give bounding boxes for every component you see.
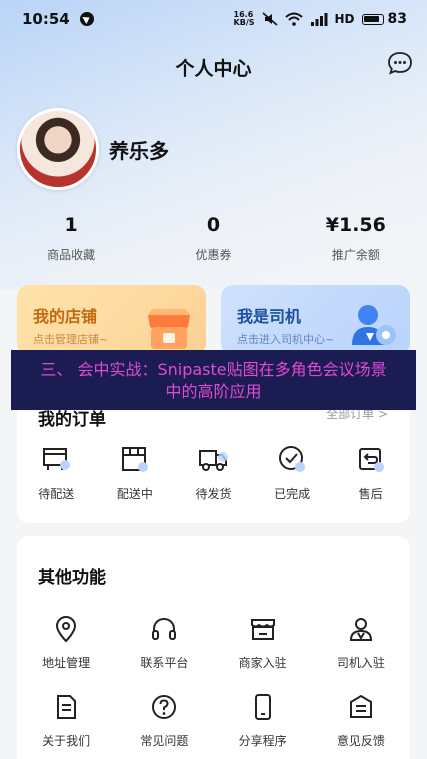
stat-value: ¥1.56	[325, 214, 386, 236]
card-subtitle: 点击进入司机中心~	[237, 333, 335, 346]
orders-icon-row: 待配送 配送中 待发货 已完成 售后	[17, 443, 410, 502]
signal-icon	[310, 13, 327, 26]
other-features-panel: 其他功能 地址管理 联系平台 商家入驻 司机入驻 关于我们 常见问题 分享程序 …	[17, 536, 410, 759]
order-in-delivery[interactable]: 配送中	[96, 443, 175, 502]
in-delivery-icon	[121, 447, 148, 472]
feature-faq[interactable]: 常见问题	[115, 692, 213, 749]
location-pin-icon	[56, 615, 77, 643]
title-bar: 个人中心	[0, 46, 427, 86]
icon-label: 商家入驻	[238, 656, 287, 670]
storefront-icon	[148, 309, 190, 349]
feature-contact[interactable]: 联系平台	[115, 614, 213, 671]
chat-bubble-icon[interactable]	[387, 50, 413, 76]
shop-icon	[250, 619, 275, 640]
icon-label: 意见反馈	[336, 734, 385, 748]
icon-label: 配送中	[116, 487, 153, 501]
stat-label: 推广余额	[331, 248, 380, 262]
card-title: 我的店铺	[33, 307, 98, 326]
navigation-icon	[79, 12, 94, 26]
stat-label: 优惠券	[195, 248, 232, 262]
stat-balance[interactable]: ¥1.56 推广余额	[285, 214, 427, 263]
icon-label: 已完成	[274, 487, 311, 501]
status-time: 10:54	[22, 10, 70, 28]
avatar[interactable]	[17, 108, 99, 190]
icon-label: 待配送	[38, 487, 75, 501]
banner-line-2: 中的高阶应用	[165, 382, 262, 401]
icon-label: 售后	[358, 487, 383, 501]
profile-header[interactable]: 养乐多	[17, 108, 169, 190]
order-after-sales[interactable]: 售后	[331, 443, 410, 502]
feature-share[interactable]: 分享程序	[214, 692, 312, 749]
icon-label: 关于我们	[42, 734, 91, 748]
card-title: 我是司机	[237, 307, 302, 326]
driver-card[interactable]: 我是司机 点击进入司机中心~	[221, 285, 410, 355]
card-subtitle: 点击管理店铺~	[33, 333, 109, 346]
document-icon	[57, 695, 77, 719]
stat-label: 商品收藏	[47, 248, 96, 262]
driver-badge-icon	[352, 305, 396, 345]
stat-value: 0	[206, 214, 221, 236]
banner-line-1: 三、 会中实战：Snipaste贴图在多角色会议场景	[40, 360, 387, 379]
battery-icon: 83	[361, 11, 407, 27]
icon-label: 地址管理	[42, 656, 91, 670]
feature-about[interactable]: 关于我们	[17, 692, 115, 749]
stat-favorites[interactable]: 1 商品收藏	[0, 214, 142, 263]
feature-address[interactable]: 地址管理	[17, 614, 115, 671]
stat-value: 1	[64, 214, 78, 236]
truck-icon	[199, 450, 229, 471]
feature-driver-join[interactable]: 司机入驻	[312, 614, 410, 671]
stat-coupons[interactable]: 0 优惠券	[142, 214, 284, 263]
icon-label: 司机入驻	[336, 656, 385, 670]
my-shop-card[interactable]: 我的店铺 点击管理店铺~	[17, 285, 206, 355]
network-type: HD	[334, 12, 355, 26]
driver-icon	[349, 618, 372, 641]
features-row: 关于我们 常见问题 分享程序 意见反馈	[17, 692, 410, 749]
headset-icon	[152, 617, 177, 640]
status-bar: 10:54 16.6 KB/S HD 83	[0, 0, 427, 38]
question-icon	[152, 695, 177, 719]
pending-delivery-icon	[43, 448, 71, 470]
after-sales-icon	[358, 448, 384, 472]
page-title: 个人中心	[175, 58, 252, 80]
features-row: 地址管理 联系平台 商家入驻 司机入驻	[17, 614, 410, 671]
check-circle-icon	[279, 446, 306, 472]
wifi-icon	[284, 12, 303, 26]
order-completed[interactable]: 已完成	[253, 443, 332, 502]
icon-label: 联系平台	[140, 656, 189, 670]
stats-row: 1 商品收藏 0 优惠券 ¥1.56 推广余额	[0, 214, 427, 263]
username: 养乐多	[109, 138, 169, 163]
icon-label: 常见问题	[140, 734, 189, 748]
network-speed: 16.6 KB/S	[233, 10, 255, 27]
icon-label: 待发货	[195, 487, 232, 501]
overlay-banner: 三、 会中实战：Snipaste贴图在多角色会议场景 中的高阶应用	[11, 350, 416, 410]
order-pending-delivery[interactable]: 待配送	[17, 443, 96, 502]
phone-icon	[254, 694, 271, 720]
feedback-icon	[349, 694, 372, 718]
mute-icon	[261, 12, 278, 26]
other-features-title: 其他功能	[38, 568, 106, 588]
feature-merchant[interactable]: 商家入驻	[214, 614, 312, 671]
feature-feedback[interactable]: 意见反馈	[312, 692, 410, 749]
orders-panel: 我的订单 全部订单 > 待配送 配送中 待发货 已完成 售后	[17, 395, 410, 523]
order-to-ship[interactable]: 待发货	[174, 443, 253, 502]
icon-label: 分享程序	[238, 734, 287, 748]
